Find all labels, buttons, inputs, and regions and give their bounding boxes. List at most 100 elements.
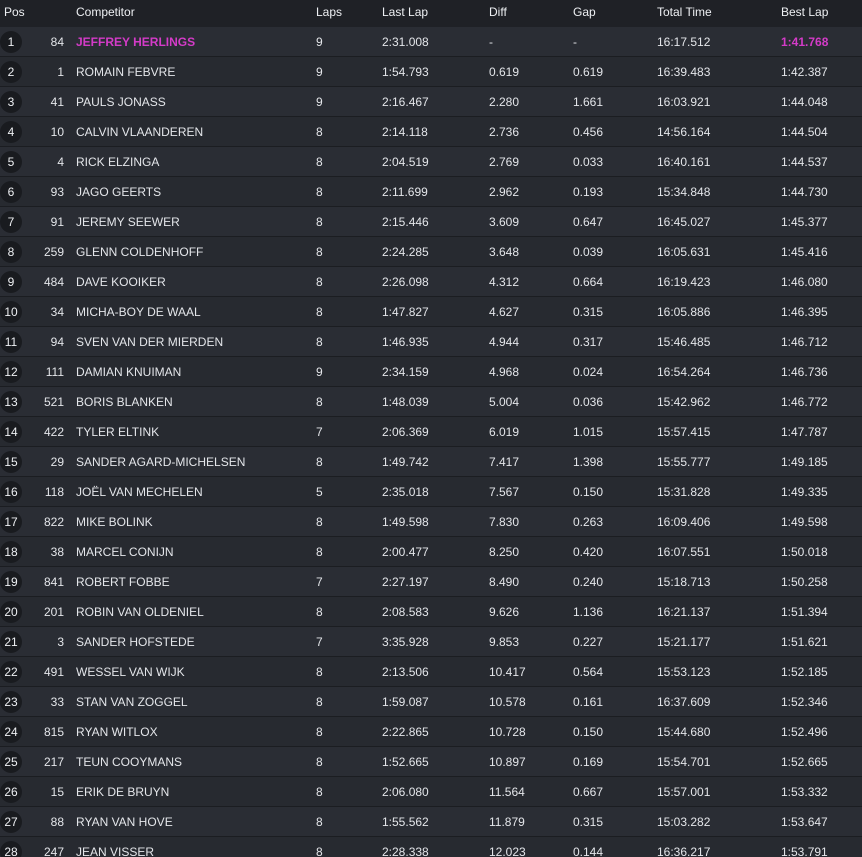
- table-row[interactable]: 2 1 ROMAIN FEBVRE 9 1:54.793 0.619 0.619 16:39.…: [0, 57, 862, 87]
- table-row[interactable]: 12 111 DAMIAN KNUIMAN 9 2:34.159 4.968 0.024 16…: [0, 357, 862, 387]
- table-row[interactable]: 14 422 TYLER ELTINK 7 2:06.369 6.019 1.015 15:5…: [0, 417, 862, 447]
- total-time-value: 15:57.415: [657, 425, 711, 439]
- competitor-name: MIKE BOLINK: [76, 515, 153, 529]
- table-header: Pos Competitor Laps Last Lap Diff Gap To…: [0, 0, 862, 27]
- table-row[interactable]: 15 29 SANDER AGARD-MICHELSEN 8 1:49.742 7.417…: [0, 447, 862, 477]
- header-last-lap[interactable]: Last Lap: [382, 5, 428, 19]
- position-badge: 20: [0, 601, 22, 623]
- gap-value: 0.150: [573, 485, 604, 499]
- competitor-name: RYAN WITLOX: [76, 725, 158, 739]
- total-time-value: 15:42.962: [657, 395, 711, 409]
- header-total-time[interactable]: Total Time: [657, 5, 712, 19]
- diff-value: 4.968: [489, 365, 520, 379]
- diff-value: 4.312: [489, 275, 520, 289]
- rider-number: 15: [50, 785, 64, 799]
- last-lap-value: 2:27.197: [382, 575, 429, 589]
- rider-number: 33: [50, 695, 64, 709]
- gap-value: 0.263: [573, 515, 604, 529]
- best-lap-value: 1:44.048: [781, 95, 828, 109]
- table-row[interactable]: 5 4 RICK ELZINGA 8 2:04.519 2.769 0.033 16:40.1…: [0, 147, 862, 177]
- gap-value: 0.227: [573, 635, 604, 649]
- last-lap-value: 1:49.598: [382, 515, 429, 529]
- competitor-name: JAGO GEERTS: [76, 185, 162, 199]
- position-badge: 11: [0, 331, 22, 353]
- table-row[interactable]: 7 91 JEREMY SEEWER 8 2:15.446 3.609 0.647 16:45…: [0, 207, 862, 237]
- header-pos[interactable]: Pos: [4, 5, 25, 19]
- last-lap-value: 2:35.018: [382, 485, 429, 499]
- header-diff[interactable]: Diff: [489, 5, 507, 19]
- competitor-name: ROMAIN FEBVRE: [76, 65, 176, 79]
- position-badge: 4: [0, 121, 22, 143]
- table-row[interactable]: 9 484 DAVE KOOIKER 8 2:26.098 4.312 0.664 16:19…: [0, 267, 862, 297]
- table-row[interactable]: 23 33 STAN VAN ZOGGEL 8 1:59.087 10.578 0.161 1…: [0, 687, 862, 717]
- table-row[interactable]: 6 93 JAGO GEERTS 8 2:11.699 2.962 0.193 15:34.8…: [0, 177, 862, 207]
- header-gap[interactable]: Gap: [573, 5, 596, 19]
- best-lap-value: 1:49.598: [781, 515, 828, 529]
- position-badge: 12: [0, 361, 22, 383]
- table-row[interactable]: 28 247 JEAN VISSER 8 2:28.338 12.023 0.144 16:3…: [0, 837, 862, 857]
- table-row[interactable]: 27 88 RYAN VAN HOVE 8 1:55.562 11.879 0.315 15:…: [0, 807, 862, 837]
- best-lap-value: 1:52.496: [781, 725, 828, 739]
- table-row[interactable]: 21 3 SANDER HOFSTEDE 7 3:35.928 9.853 0.227 15:…: [0, 627, 862, 657]
- competitor-name: ROBERT FOBBE: [76, 575, 170, 589]
- header-competitor[interactable]: Competitor: [76, 5, 135, 19]
- competitor-name: STAN VAN ZOGGEL: [76, 695, 188, 709]
- rider-number: 118: [44, 485, 64, 499]
- total-time-value: 16:21.137: [657, 605, 711, 619]
- best-lap-value: 1:47.787: [781, 425, 828, 439]
- table-row[interactable]: 3 41 PAULS JONASS 9 2:16.467 2.280 1.661 16:03.…: [0, 87, 862, 117]
- rider-number: 841: [43, 575, 64, 589]
- table-row[interactable]: 1 84 JEFFREY HERLINGS 9 2:31.008 - - 16:17.512 1…: [0, 27, 862, 57]
- laps-value: 8: [316, 515, 323, 529]
- last-lap-value: 1:47.827: [382, 305, 429, 319]
- table-row[interactable]: 16 118 JOËL VAN MECHELEN 5 2:35.018 7.567 0.15…: [0, 477, 862, 507]
- best-lap-value: 1:44.730: [781, 185, 828, 199]
- header-best-lap[interactable]: Best Lap: [781, 5, 828, 19]
- table-row[interactable]: 24 815 RYAN WITLOX 8 2:22.865 10.728 0.150 15:4…: [0, 717, 862, 747]
- gap-value: -: [573, 35, 577, 49]
- table-row[interactable]: 19 841 ROBERT FOBBE 7 2:27.197 8.490 0.240 15:1…: [0, 567, 862, 597]
- diff-value: 3.648: [489, 245, 520, 259]
- table-row[interactable]: 13 521 BORIS BLANKEN 8 1:48.039 5.004 0.036 15:…: [0, 387, 862, 417]
- table-row[interactable]: 20 201 ROBIN VAN OLDENIEL 8 2:08.583 9.626 1.1…: [0, 597, 862, 627]
- gap-value: 1.136: [573, 605, 604, 619]
- competitor-name: JEREMY SEEWER: [76, 215, 180, 229]
- rider-number: 84: [50, 35, 64, 49]
- gap-value: 0.564: [573, 665, 604, 679]
- rider-number: 422: [43, 425, 64, 439]
- table-row[interactable]: 22 491 WESSEL VAN WIJK 8 2:13.506 10.417 0.564…: [0, 657, 862, 687]
- table-row[interactable]: 10 34 MICHA-BOY DE WAAL 8 1:47.827 4.627 0.315…: [0, 297, 862, 327]
- best-lap-value: 1:51.621: [781, 635, 828, 649]
- table-row[interactable]: 8 259 GLENN COLDENHOFF 8 2:24.285 3.648 0.039 1…: [0, 237, 862, 267]
- table-row[interactable]: 18 38 MARCEL CONIJN 8 2:00.477 8.250 0.420 16:0…: [0, 537, 862, 567]
- best-lap-value: 1:53.791: [781, 845, 828, 857]
- competitor-name: CALVIN VLAANDEREN: [76, 125, 204, 139]
- rider-number: 3: [57, 635, 64, 649]
- best-lap-value: 1:44.537: [781, 155, 828, 169]
- laps-value: 8: [316, 665, 323, 679]
- best-lap-value: 1:45.377: [781, 215, 828, 229]
- total-time-value: 15:57.001: [657, 785, 711, 799]
- results-table: Pos Competitor Laps Last Lap Diff Gap To…: [0, 0, 862, 857]
- table-row[interactable]: 4 10 CALVIN VLAANDEREN 8 2:14.118 2.736 0.456 1…: [0, 117, 862, 147]
- laps-value: 9: [316, 365, 323, 379]
- gap-value: 0.317: [573, 335, 604, 349]
- diff-value: 0.619: [489, 65, 520, 79]
- best-lap-value: 1:50.258: [781, 575, 828, 589]
- competitor-name: RYAN VAN HOVE: [76, 815, 173, 829]
- last-lap-value: 1:46.935: [382, 335, 429, 349]
- gap-value: 0.033: [573, 155, 604, 169]
- table-row[interactable]: 11 94 SVEN VAN DER MIERDEN 8 1:46.935 4.944 0.…: [0, 327, 862, 357]
- header-laps[interactable]: Laps: [316, 5, 342, 19]
- laps-value: 8: [316, 755, 323, 769]
- rider-number: 259: [43, 245, 64, 259]
- last-lap-value: 2:04.519: [382, 155, 429, 169]
- last-lap-value: 2:06.369: [382, 425, 429, 439]
- table-row[interactable]: 17 822 MIKE BOLINK 8 1:49.598 7.830 0.263 16:09…: [0, 507, 862, 537]
- competitor-name: MICHA-BOY DE WAAL: [76, 305, 201, 319]
- table-row[interactable]: 26 15 ERIK DE BRUYN 8 2:06.080 11.564 0.667 15:…: [0, 777, 862, 807]
- laps-value: 8: [316, 185, 323, 199]
- table-row[interactable]: 25 217 TEUN COOYMANS 8 1:52.665 10.897 0.169 15…: [0, 747, 862, 777]
- laps-value: 8: [316, 815, 323, 829]
- laps-value: 9: [316, 35, 323, 49]
